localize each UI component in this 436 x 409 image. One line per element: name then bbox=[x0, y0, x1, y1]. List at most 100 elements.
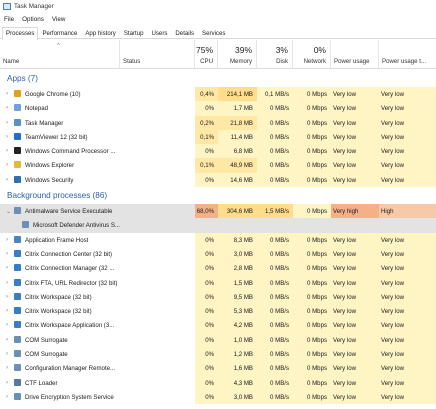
expand-chevron-icon[interactable]: › bbox=[6, 280, 14, 286]
column-power[interactable]: Power usage bbox=[331, 40, 379, 69]
group-title: Background processes (86) bbox=[7, 191, 108, 201]
table-row[interactable]: › Windows Explorer 0,1% 48,9 MB 0 MB/s 0 Mbps… bbox=[0, 158, 436, 173]
column-disk[interactable]: 3% Disk bbox=[257, 40, 293, 69]
network-value: 0 Mbps bbox=[293, 232, 331, 247]
cpu-value: 0% bbox=[195, 318, 218, 333]
expand-chevron-icon[interactable]: › bbox=[6, 120, 14, 126]
expand-chevron-icon[interactable]: › bbox=[6, 251, 14, 257]
power-trend-value: High bbox=[379, 204, 436, 219]
process-status bbox=[120, 333, 195, 347]
expand-chevron-icon[interactable]: › bbox=[6, 162, 14, 168]
tab-users[interactable]: Users bbox=[147, 27, 171, 39]
expand-chevron-icon[interactable]: › bbox=[6, 265, 14, 271]
process-name-cell: › Citrix Workspace (32 bit) bbox=[0, 304, 120, 318]
table-row[interactable]: › COM Surrogate 0% 1,2 MB 0 MB/s 0 Mbps Very l… bbox=[0, 347, 436, 362]
table-row[interactable]: › Windows Security 0% 14,6 MB 0 MB/s 0 Mbps Ve… bbox=[0, 172, 436, 188]
tab-startup[interactable]: Startup bbox=[120, 27, 148, 39]
tab-processes[interactable]: Processes bbox=[2, 27, 39, 40]
table-row[interactable]: › Citrix FTA, URL Redirector (32 bit) 0% 1,… bbox=[0, 275, 436, 290]
memory-value: 3,0 MB bbox=[218, 246, 257, 262]
process-name: Citrix Workspace Application (3... bbox=[25, 322, 115, 330]
power-usage-value: Very low bbox=[331, 101, 379, 116]
expand-chevron-icon[interactable]: › bbox=[6, 365, 14, 371]
table-row[interactable]: › Notepad 0% 1,7 MB 0 MB/s 0 Mbps Very low Very… bbox=[0, 101, 436, 116]
table-row[interactable]: › Citrix Workspace (32 bit) 0% 9,5 MB 0 MB/s… bbox=[0, 289, 436, 305]
tab-services[interactable]: Services bbox=[198, 27, 229, 39]
expand-chevron-icon[interactable]: › bbox=[6, 308, 14, 314]
citrix-icon bbox=[14, 292, 21, 300]
table-row[interactable]: › COM Surrogate 0% 1,0 MB 0 MB/s 0 Mbps Very l… bbox=[0, 332, 436, 348]
column-power-trend[interactable]: Power usage t... bbox=[379, 40, 436, 69]
column-name[interactable]: ^ Name bbox=[0, 40, 120, 69]
table-row[interactable]: › TeamViewer 12 (32 bit) 0,1% 11,4 MB 0 MB/s… bbox=[0, 129, 436, 145]
menu-options[interactable]: Options bbox=[22, 16, 44, 23]
table-row[interactable]: › Configuration Manager Remote... 0% 1,6 MB… bbox=[0, 361, 436, 376]
expand-chevron-icon[interactable]: › bbox=[6, 337, 14, 343]
process-name-cell: › Citrix Workspace Application (3... bbox=[0, 318, 120, 332]
table-row[interactable]: › Task Manager 0,2% 21,8 MB 0 MB/s 0 Mbps Very… bbox=[0, 115, 436, 130]
expand-chevron-icon[interactable]: › bbox=[6, 351, 14, 357]
column-name-label: Name bbox=[3, 58, 20, 65]
power-trend-value: Very low bbox=[379, 375, 436, 390]
expand-chevron-icon[interactable]: › bbox=[6, 322, 14, 328]
tab-app-history[interactable]: App history bbox=[81, 27, 119, 39]
network-value: 0 Mbps bbox=[293, 115, 331, 130]
tab-performance[interactable]: Performance bbox=[38, 27, 81, 39]
process-status bbox=[120, 116, 195, 130]
expand-chevron-icon[interactable]: › bbox=[6, 134, 14, 140]
power-trend-value: Very low bbox=[379, 304, 436, 319]
network-value: 0 Mbps bbox=[293, 275, 331, 290]
table-row[interactable]: › Windows Command Processor ... 0% 6,8 MB 0 … bbox=[0, 144, 436, 159]
expand-chevron-icon[interactable]: › bbox=[6, 380, 14, 386]
table-row[interactable]: › Citrix Connection Manager (32 ... 0% 2,8 … bbox=[0, 261, 436, 276]
citrix-icon bbox=[14, 264, 21, 272]
cpu-value: 0,1% bbox=[195, 129, 218, 145]
expand-chevron-icon[interactable]: › bbox=[6, 148, 14, 154]
table-row[interactable]: › Citrix Connection Center (32 bit) 0% 3,0 … bbox=[0, 246, 436, 262]
disk-value: 0,1 MB/s bbox=[257, 87, 293, 102]
process-name-cell: › TeamViewer 12 (32 bit) bbox=[0, 130, 120, 144]
table-row[interactable]: ⌄ Antimalware Service Executable 68,0% 304,… bbox=[0, 204, 436, 219]
table-row[interactable]: › Citrix Workspace (32 bit) 0% 5,3 MB 0 MB/s… bbox=[0, 304, 436, 319]
menu-file[interactable]: File bbox=[4, 16, 14, 23]
chrome-icon bbox=[14, 90, 21, 97]
service-icon bbox=[14, 350, 21, 358]
expand-chevron-icon[interactable]: › bbox=[6, 105, 14, 111]
column-status[interactable]: Status bbox=[120, 40, 195, 69]
tab-details[interactable]: Details bbox=[171, 27, 198, 39]
expand-chevron-icon[interactable]: › bbox=[6, 394, 14, 400]
table-row[interactable]: › Drive Encryption System Service 0% 3,0 MB… bbox=[0, 389, 436, 405]
process-status bbox=[120, 218, 195, 232]
menu-bar: File Options View bbox=[0, 14, 73, 25]
table-row[interactable]: › Citrix Workspace Application (3... 0% 4,2… bbox=[0, 318, 436, 333]
table-row[interactable]: Microsoft Defender Antivirus S... bbox=[0, 218, 436, 233]
expand-chevron-icon[interactable]: › bbox=[6, 177, 14, 183]
column-cpu[interactable]: 75% CPU bbox=[195, 40, 218, 69]
expand-chevron-icon[interactable]: › bbox=[6, 294, 14, 300]
memory-value: 14,6 MB bbox=[218, 172, 257, 188]
memory-value: 304,6 MB bbox=[218, 204, 257, 219]
process-status bbox=[120, 261, 195, 275]
menu-view[interactable]: View bbox=[52, 16, 66, 23]
table-row[interactable]: › Google Chrome (10) 0,4% 214,1 MB 0,1 MB/s 0… bbox=[0, 87, 436, 102]
column-memory[interactable]: 39% Memory bbox=[218, 40, 257, 69]
window-title: Task Manager bbox=[14, 3, 54, 10]
network-value: 0 Mbps bbox=[293, 347, 331, 362]
memory-value: 4,3 MB bbox=[218, 375, 257, 390]
expand-chevron-icon[interactable]: › bbox=[6, 91, 14, 97]
process-name: Microsoft Defender Antivirus S... bbox=[32, 222, 120, 230]
process-name-cell: › Application Frame Host bbox=[0, 233, 120, 247]
table-row[interactable]: › Application Frame Host 0% 8,3 MB 0 MB/s 0 M… bbox=[0, 232, 436, 247]
memory-value: 1,5 MB bbox=[218, 275, 257, 290]
power-usage-value: Very low bbox=[331, 246, 379, 262]
cpu-value: 0% bbox=[195, 389, 218, 405]
network-value: 0 Mbps bbox=[293, 332, 331, 348]
memory-value: 1,7 MB bbox=[218, 101, 257, 116]
column-network[interactable]: 0% Network bbox=[293, 40, 331, 69]
column-disk-label: Disk bbox=[276, 58, 288, 65]
expand-chevron-icon[interactable]: ⌄ bbox=[6, 208, 14, 215]
expand-chevron-icon[interactable]: › bbox=[6, 237, 14, 243]
memory-value: 1,6 MB bbox=[218, 361, 257, 376]
table-row[interactable]: › CTF Loader 0% 4,3 MB 0 MB/s 0 Mbps Very low V… bbox=[0, 375, 436, 390]
memory-value: 2,8 MB bbox=[218, 261, 257, 276]
